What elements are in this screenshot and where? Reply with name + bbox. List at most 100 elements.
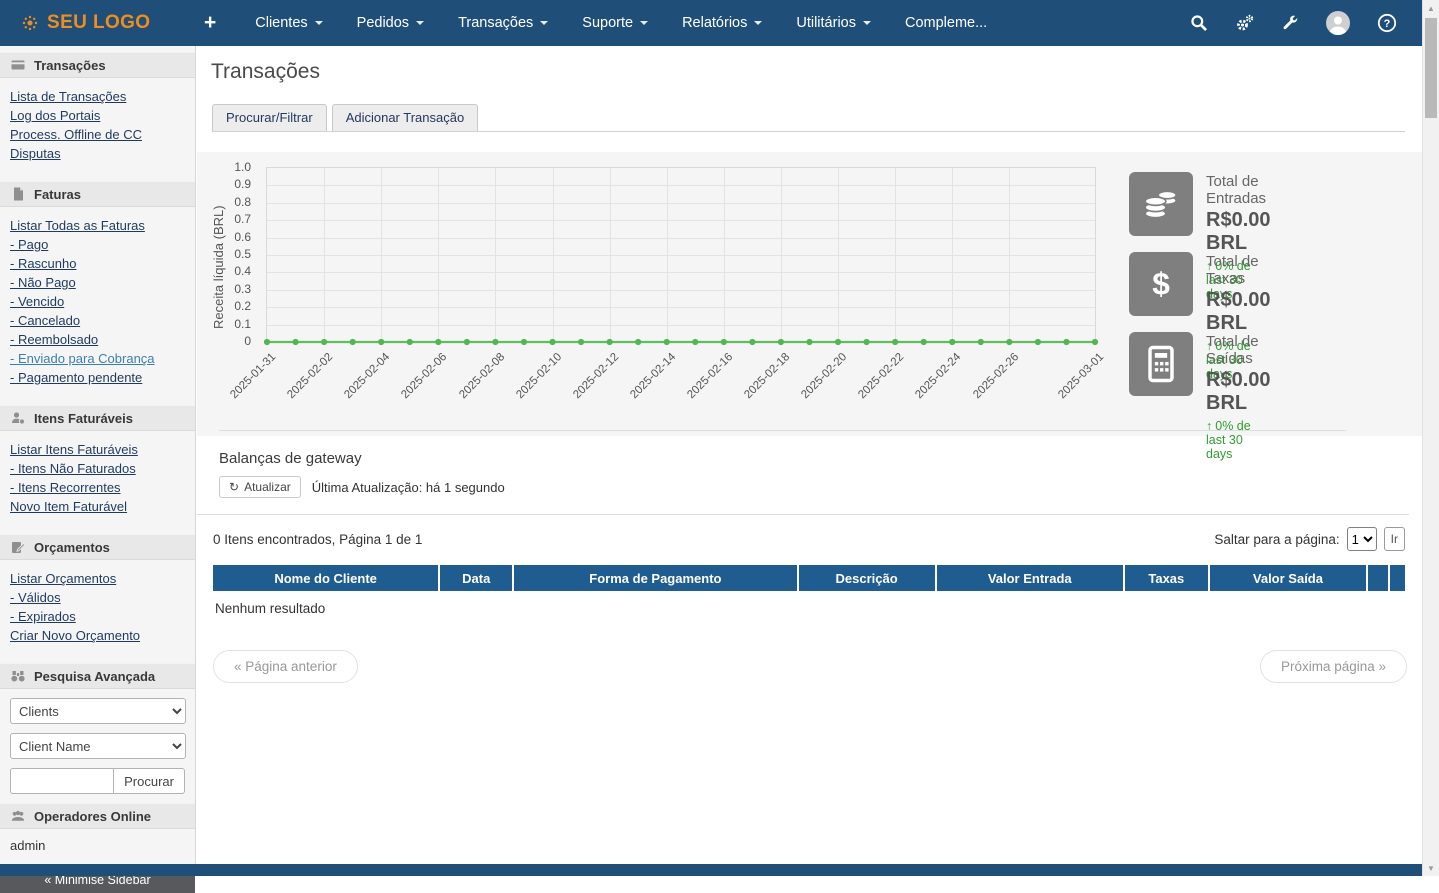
sidebar-link[interactable]: - Reembolsado	[10, 330, 185, 349]
help-icon[interactable]: ?	[1377, 13, 1397, 33]
refresh-icon: ↻	[229, 480, 239, 494]
page-title: Transações	[211, 60, 1423, 84]
coins-icon	[1129, 172, 1193, 236]
orcamentos-links: Listar Orçamentos- Válidos- ExpiradosCri…	[0, 560, 195, 654]
sidebar-link[interactable]: - Não Pago	[10, 273, 185, 292]
sidebar-section-faturas: Faturas	[0, 181, 195, 207]
menu-utilitarios[interactable]: Utilitários	[796, 15, 871, 31]
col-descricao[interactable]: Descrição	[799, 565, 935, 591]
footer-strip	[0, 864, 1423, 876]
sidebar-section-transacoes: Transações	[0, 52, 195, 78]
online-operator: admin	[0, 829, 195, 855]
y-tick-label: 0	[244, 334, 251, 348]
svg-text:?: ?	[1384, 18, 1391, 30]
svg-text:$: $	[1152, 265, 1170, 301]
scroll-down-arrow-icon[interactable]: ▼	[1423, 860, 1439, 876]
tab-procurar-filtrar[interactable]: Procurar/Filtrar	[212, 104, 327, 131]
y-tick-label: 0.3	[234, 282, 251, 296]
sidebar-section-operadores: Operadores Online	[0, 803, 195, 829]
sidebar-link[interactable]: - Pagamento pendente	[10, 368, 185, 387]
chevron-down-icon	[754, 21, 762, 25]
menu-pedidos[interactable]: Pedidos	[357, 15, 424, 31]
menu-suporte[interactable]: Suporte	[582, 15, 648, 31]
chart-y-labels: 00.10.20.30.40.50.60.70.80.91.0	[197, 167, 259, 343]
menu-relatorios[interactable]: Relatórios	[682, 15, 762, 31]
next-page-button[interactable]: Próxima página »	[1260, 650, 1407, 683]
col-data[interactable]: Data	[440, 565, 512, 591]
col-taxas[interactable]: Taxas	[1125, 565, 1208, 591]
sidebar-link[interactable]: - Rascunho	[10, 254, 185, 273]
sidebar-link[interactable]: - Expirados	[10, 607, 185, 626]
tab-adicionar-transacao[interactable]: Adicionar Transação	[332, 104, 479, 131]
y-tick-label: 0.4	[234, 264, 251, 278]
sidebar-link[interactable]: - Vencido	[10, 292, 185, 311]
col-nome-do-cliente[interactable]: Nome do Cliente	[213, 565, 438, 591]
itens-faturaveis-links: Listar Itens Faturáveis- Itens Não Fatur…	[0, 431, 195, 525]
menu-complementos[interactable]: Compleme...	[905, 15, 987, 31]
col-empty-2	[1390, 565, 1405, 591]
scrollbar-thumb[interactable]	[1425, 18, 1437, 118]
main-menu: Clientes Pedidos Transações Suporte Rela…	[238, 15, 1004, 31]
sidebar-link[interactable]: Lista de Transações	[10, 87, 185, 106]
sidebar-link[interactable]: Listar Orçamentos	[10, 569, 185, 588]
search-field-select[interactable]: Client Name	[10, 733, 186, 759]
sidebar-link[interactable]: - Enviado para Cobrança	[10, 349, 185, 368]
col-valor-entrada[interactable]: Valor Entrada	[937, 565, 1123, 591]
search-category-select[interactable]: Clients	[10, 698, 186, 724]
sidebar-link[interactable]: - Pago	[10, 235, 185, 254]
panel-divider	[219, 430, 1346, 431]
main-content: Transações Procurar/Filtrar Adicionar Tr…	[197, 46, 1423, 864]
users-icon	[11, 809, 25, 823]
dollar-icon: $	[1129, 252, 1193, 316]
page-number-select[interactable]: 1	[1347, 527, 1377, 551]
sidebar-section-itens-faturaveis: Itens Faturáveis	[0, 405, 195, 431]
billable-items-icon	[11, 411, 25, 425]
col-forma-de-pagamento[interactable]: Forma de Pagamento	[514, 565, 796, 591]
user-avatar[interactable]	[1326, 11, 1350, 35]
y-tick-label: 0.8	[234, 195, 251, 209]
stat-total-saidas: Total de Saídas R$0.00 BRL ↑0% de last 3…	[1129, 332, 1271, 461]
sidebar-link[interactable]: Listar Itens Faturáveis	[10, 440, 185, 459]
chevron-down-icon	[315, 21, 323, 25]
wrench-icon[interactable]	[1282, 15, 1299, 32]
sidebar-link[interactable]: Disputas	[10, 144, 185, 163]
sidebar-search-input[interactable]	[10, 768, 113, 794]
sidebar-link[interactable]: Listar Todas as Faturas	[10, 216, 185, 235]
sidebar-link[interactable]: Novo Item Faturável	[10, 497, 185, 516]
vertical-scrollbar[interactable]: ▲ ▼	[1422, 0, 1439, 876]
col-valor-saida[interactable]: Valor Saída	[1210, 565, 1366, 591]
y-tick-label: 0.6	[234, 230, 251, 244]
sun-logo-icon	[20, 13, 40, 33]
stat-value: R$0.00 BRL	[1206, 369, 1271, 415]
chevron-down-icon	[863, 21, 871, 25]
go-button[interactable]: Ir	[1384, 527, 1405, 551]
empty-results-message: Nenhum resultado	[215, 601, 1423, 616]
refresh-button[interactable]: ↻Atualizar	[219, 476, 301, 498]
menu-transacoes[interactable]: Transações	[458, 15, 548, 31]
transactions-table-header: Nome do Cliente Data Forma de Pagamento …	[213, 565, 1405, 591]
app-logo[interactable]: SEU LOGO	[0, 12, 192, 34]
faturas-links: Listar Todas as Faturas- Pago- Rascunho-…	[0, 207, 195, 396]
previous-page-button[interactable]: « Página anterior	[213, 650, 358, 683]
quick-add-button[interactable]: +	[204, 11, 216, 35]
chevron-down-icon	[416, 21, 424, 25]
search-icon[interactable]	[1190, 14, 1208, 32]
sidebar-link[interactable]: - Itens Não Faturados	[10, 459, 185, 478]
menu-clientes[interactable]: Clientes	[255, 15, 322, 31]
gears-icon[interactable]	[1235, 13, 1255, 33]
sidebar-link[interactable]: - Itens Recorrentes	[10, 478, 185, 497]
top-navbar: SEU LOGO + Clientes Pedidos Transações S…	[0, 0, 1423, 46]
sidebar-search-button[interactable]: Procurar	[113, 768, 185, 794]
results-summary: 0 Itens encontrados, Página 1 de 1	[213, 532, 422, 547]
jump-page-label: Saltar para a página:	[1214, 532, 1339, 547]
scroll-up-arrow-icon[interactable]: ▲	[1423, 0, 1439, 16]
sidebar-link[interactable]: - Cancelado	[10, 311, 185, 330]
stat-label: Total de Entradas	[1206, 173, 1271, 207]
sidebar-link[interactable]: Criar Novo Orçamento	[10, 626, 185, 645]
y-tick-label: 0.7	[234, 212, 251, 226]
sidebar-link[interactable]: - Válidos	[10, 588, 185, 607]
chart-panel: Receita líquida (BRL) 00.10.20.30.40.50.…	[197, 152, 1423, 436]
sidebar-link[interactable]: Process. Offline de CC	[10, 125, 185, 144]
y-tick-label: 1.0	[234, 160, 251, 174]
sidebar-link[interactable]: Log dos Portais	[10, 106, 185, 125]
